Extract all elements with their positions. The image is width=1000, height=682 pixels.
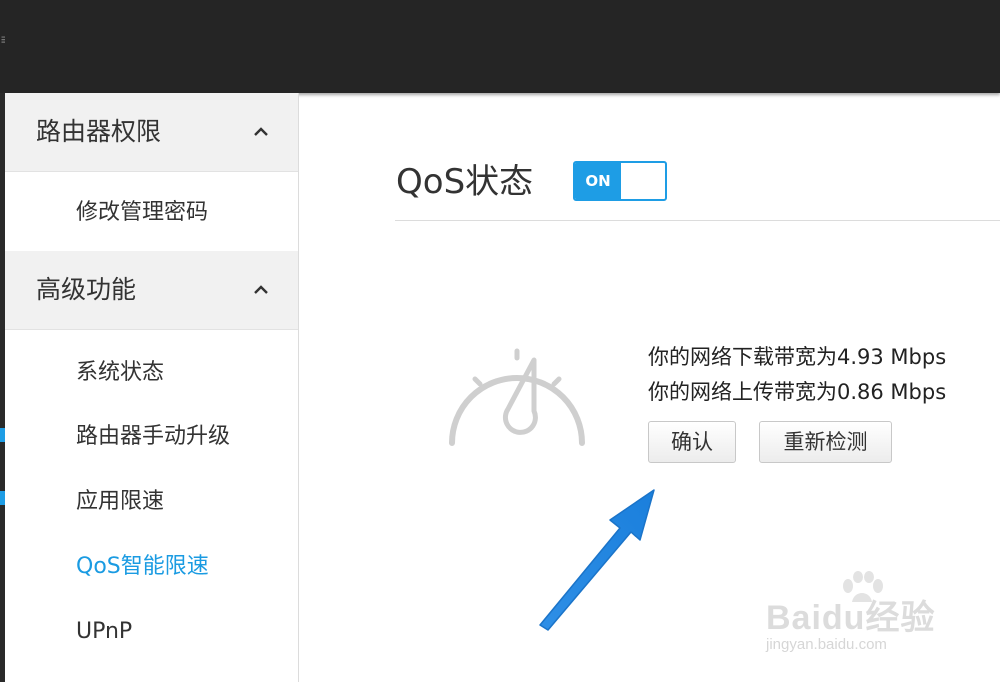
page-title: QoS状态: [396, 162, 534, 202]
baidu-watermark: Baidu经验 jingyan.baidu.com: [760, 570, 960, 665]
top-bar: ≡: [0, 0, 1000, 93]
pointer-arrow-icon: [536, 482, 666, 632]
speedometer-icon: [442, 333, 592, 448]
chevron-up-icon[interactable]: [254, 285, 268, 295]
sidebar-item-system-status[interactable]: 系统状态: [5, 342, 298, 404]
sidebar-item-upnp[interactable]: UPnP: [5, 601, 298, 663]
sidebar-item-change-password[interactable]: 修改管理密码: [5, 182, 298, 244]
confirm-button[interactable]: 确认: [648, 421, 736, 463]
sidebar-group-label: 高级功能: [36, 275, 137, 304]
menu-icon[interactable]: ≡: [0, 30, 5, 50]
sidebar-item-app-speed-limit[interactable]: 应用限速: [5, 471, 298, 533]
sidebar-item-qos[interactable]: QoS智能限速: [5, 536, 298, 598]
sidebar-group-router-permissions[interactable]: 路由器权限: [5, 93, 298, 172]
upload-bandwidth-text: 你的网络上传带宽为0.86 Mbps: [648, 380, 947, 404]
download-bandwidth-text: 你的网络下载带宽为4.93 Mbps: [648, 345, 947, 369]
sidebar-item-label: 应用限速: [76, 489, 165, 514]
watermark-brand: Baidu经验: [766, 599, 936, 637]
sidebar-item-manual-upgrade[interactable]: 路由器手动升级: [5, 406, 298, 468]
divider: [395, 220, 1000, 221]
sidebar-item-label: 系统状态: [76, 360, 165, 385]
sidebar-item-label: UPnP: [76, 619, 133, 644]
toggle-on-label: ON: [575, 163, 621, 199]
sidebar-item-label: 修改管理密码: [76, 200, 209, 225]
sidebar-group-advanced[interactable]: 高级功能: [5, 251, 298, 330]
sidebar-group-label: 路由器权限: [36, 117, 162, 146]
sidebar-item-label: QoS智能限速: [76, 554, 209, 579]
sidebar-item-label: 路由器手动升级: [76, 424, 231, 449]
watermark-url: jingyan.baidu.com: [766, 636, 887, 653]
retest-button[interactable]: 重新检测: [759, 421, 892, 463]
qos-toggle[interactable]: ON: [573, 161, 667, 201]
chevron-up-icon[interactable]: [254, 127, 268, 137]
sidebar: 路由器权限 修改管理密码 高级功能 系统状态 路由器手动升级 应用限速 QoS智…: [5, 93, 299, 682]
